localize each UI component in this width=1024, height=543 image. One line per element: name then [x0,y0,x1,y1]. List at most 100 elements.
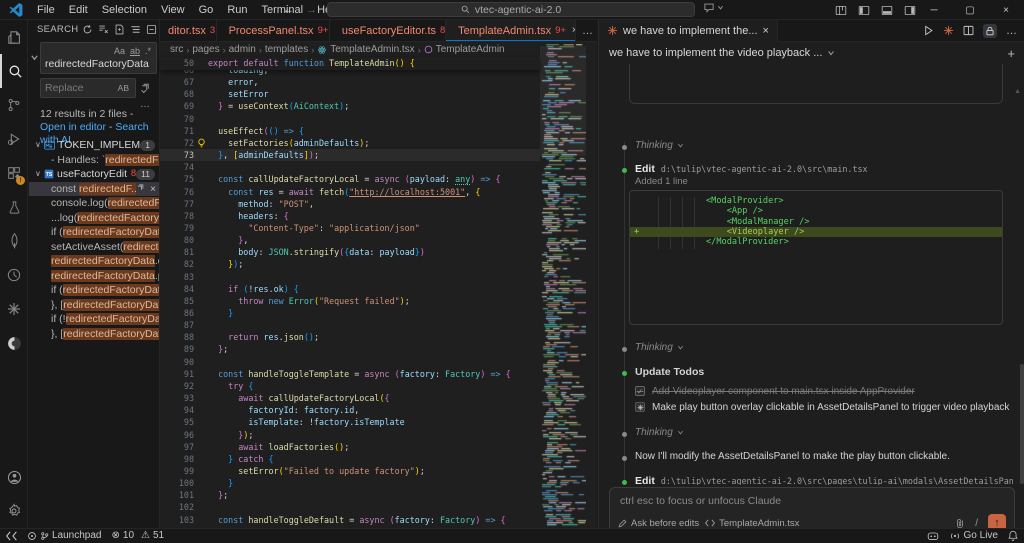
menu-selection[interactable]: Selection [95,0,154,20]
more-tabs-button[interactable]: … [578,20,597,41]
minimap-slider[interactable] [540,46,586,156]
toggle-sidebar-icon[interactable] [858,5,870,16]
problems-status-item[interactable]: ⊗ 10 ⚠ 51 [112,529,165,543]
code-line-97[interactable]: 97 await loadFactories(); [160,441,540,453]
edit-entry-1[interactable]: Edit d:\tulip\vtec-agentic-ai-2.0\src\mai… [635,163,1013,175]
breadcrumb-src[interactable]: src [170,44,183,55]
edit-mode-selector[interactable]: Ask before edits [618,518,699,529]
code-line-102[interactable]: 102 [160,501,540,513]
code-line-92[interactable]: 92 try { [160,380,540,392]
code-line-85[interactable]: 85 throw new Error("Request failed"); [160,295,540,307]
search-match-row[interactable]: const redirectedF... × [29,181,159,197]
code-line-95[interactable]: 95 isTemplate: !factory.isTemplate [160,416,540,428]
code-line-90[interactable]: 90 [160,356,540,368]
remote-indicator[interactable] [6,529,17,543]
code-line-75[interactable]: 75 const callUpdateFactoryLocal = async … [160,173,540,186]
twisty-chevron-icon[interactable]: ∨ [35,138,44,153]
menu-view[interactable]: View [154,0,192,20]
accounts-button[interactable] [0,460,28,494]
code-line-103[interactable]: 103 const handleToggleDefault = async (f… [160,514,540,526]
tab-claude-session[interactable]: we have to implement the... × [599,19,778,42]
code-editor[interactable]: 66 loading, 67 error, 68 setError 69 } = us… [160,57,540,528]
code-line-94[interactable]: 94 factoryId: factory.id, [160,404,540,416]
search-match-row[interactable]: if (!redirectedFactoryData) { [29,312,159,327]
search-result-file[interactable]: ∨TSuseFactoryEdit...811 [29,167,159,182]
search-match-row[interactable]: - Handles: `redirectedFactory... [29,153,159,168]
sidebar-item-timeline[interactable] [0,258,28,292]
breadcrumb-symbol[interactable]: TemplateAdmin [436,44,505,55]
code-line-78[interactable]: 78 headers: { [160,210,540,222]
regex-icon[interactable]: .* [144,45,152,58]
dismiss-match-icon[interactable]: × [150,183,156,197]
code-line-100[interactable]: 100 } [160,477,540,489]
scroll-up-arrow-icon[interactable]: ▲ [1014,88,1021,95]
run-button[interactable] [923,25,934,36]
code-line-91[interactable]: 91 const handleToggleTemplate = async (f… [160,368,540,380]
code-line-89[interactable]: 89 }; [160,343,540,355]
sidebar-item-assistant[interactable] [0,326,28,360]
todo-item[interactable]: ✓ Add Videoplayer component to main.tsx i… [635,383,1015,399]
view-as-tree-icon[interactable] [130,24,141,35]
sidebar-item-source-control[interactable] [0,88,28,122]
toggle-secondary-sidebar-icon[interactable] [904,5,916,16]
sticky-scroll-line[interactable]: 50 export default function TemplateAdmin(… [160,57,540,70]
code-line-96[interactable]: 96 }); [160,429,540,441]
code-line-101[interactable]: 101 }; [160,489,540,501]
command-center-search[interactable]: vtec-agentic-ai-2.0 [327,2,695,17]
tab-editor-tsx[interactable]: ditor.tsx 3 [160,20,217,41]
code-line-87[interactable]: 87 [160,319,540,331]
code-line-84[interactable]: 84 if (!res.ok) { [160,283,540,295]
search-match-row[interactable]: if (redirectedFactoryData.isVi... [29,283,159,298]
context-file-chip[interactable]: TemplateAdmin.tsx [705,518,799,529]
collapse-all-icon[interactable] [146,24,157,35]
code-line-67[interactable]: 67 error, [160,76,540,88]
edit-entry-2[interactable]: Edit d:\tulip\vtec-agentic-ai-2.0\src\pag… [635,475,1013,485]
breadcrumb-file[interactable]: TemplateAdmin.tsx [330,44,414,55]
code-line-98[interactable]: 98 } catch { [160,453,540,465]
search-match-row[interactable]: redirectedFactoryData.proce... [29,269,159,284]
code-line-77[interactable]: 77 method: "POST", [160,198,540,210]
tab-processpanel[interactable]: ProcessPanel.tsx 9+ [216,20,330,41]
back-arrow-icon[interactable]: ← [283,4,294,16]
thinking-row-1[interactable]: Thinking [635,140,684,151]
search-input[interactable]: Aa ab .* redirectedFactoryData [40,42,157,74]
sidebar-item-testing[interactable] [0,190,28,224]
code-line-70[interactable]: 70 [160,113,540,125]
code-line-81[interactable]: 81 body: JSON.stringify({data: payload}) [160,246,540,258]
tab-usefactoryeditor[interactable]: TS useFactoryEditor.ts8 [329,20,447,41]
copilot-status-item[interactable] [927,529,939,543]
toggle-replace-chevron-icon[interactable] [30,53,39,62]
notifications-bell[interactable] [1008,529,1018,543]
minimize-button[interactable]: ─ [916,0,952,20]
code-line-73[interactable]: 73 }, [adminDefaults]); [160,149,540,162]
search-match-row[interactable]: }, [redirectedFactoryData, set... [29,298,159,313]
code-line-99[interactable]: 99 setError("Failed to update factory"); [160,465,540,477]
sidebar-item-claude[interactable] [0,292,28,326]
open-in-editor-link[interactable]: Open in editor [40,121,106,133]
settings-button[interactable] [0,494,28,528]
more-actions-button[interactable]: … [1006,25,1017,37]
code-line-79[interactable]: 79 "Content-Type": "application/json" [160,222,540,234]
menu-run[interactable]: Run [220,0,254,20]
claude-prompt-input[interactable] [610,488,1014,507]
search-match-row[interactable]: if (redirectedFactoryData) { [29,225,159,240]
code-line-93[interactable]: 93 await callUpdateFactoryLocal({ [160,392,540,404]
scrollbar-thumb[interactable] [1020,364,1024,484]
sidebar-item-extensions[interactable]: ! [0,156,28,190]
thinking-row-2[interactable]: Thinking [635,342,684,353]
code-line-76[interactable]: 76 const res = await fetch("http://local… [160,186,540,198]
lightbulb-icon[interactable] [197,138,206,149]
match-case-icon[interactable]: Aa [113,45,126,58]
todo-item[interactable]: Make play button overlay clickable in As… [635,399,1015,415]
code-line-71[interactable]: 71 useEffect(() => { [160,125,540,137]
code-line-68[interactable]: 68 setError [160,88,540,100]
code-line-83[interactable]: 83 [160,271,540,283]
clear-search-results-icon[interactable] [98,24,109,35]
thinking-row-3[interactable]: Thinking [635,427,684,438]
claude-conversation[interactable]: ▲ Thinking Edit d:\tulip\vtec-agentic-ai-… [599,64,1024,485]
breadcrumb-pages[interactable]: pages [192,44,219,55]
breadcrumb-templates[interactable]: templates [265,44,308,55]
go-live-status-item[interactable]: Go Live [949,529,998,543]
code-line-74[interactable]: 74 [160,161,540,173]
customize-layout-icon[interactable] [835,5,847,16]
